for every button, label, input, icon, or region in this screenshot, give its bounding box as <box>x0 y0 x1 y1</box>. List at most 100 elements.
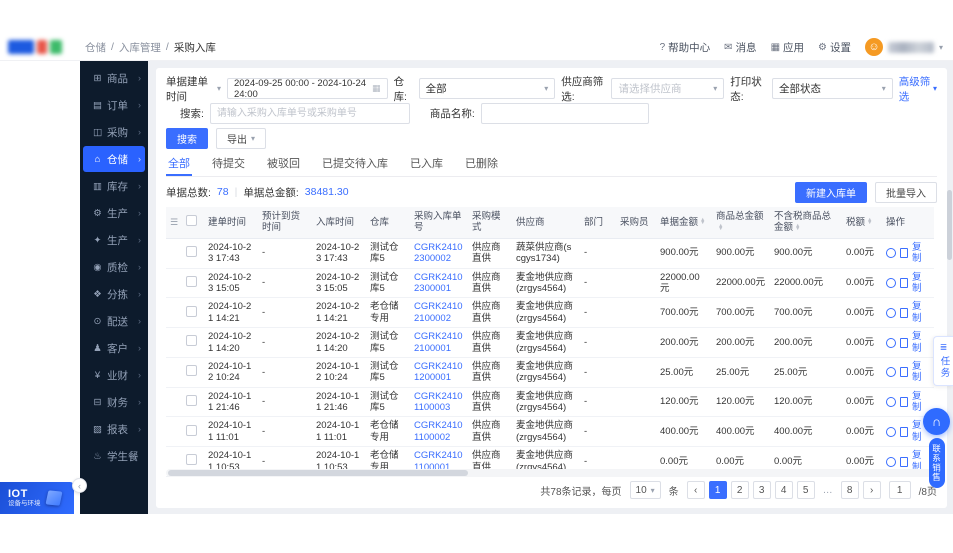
breadcrumb-item[interactable]: 入库管理 <box>119 40 161 55</box>
column-settings-icon[interactable]: ☰ <box>170 217 178 227</box>
print-icon[interactable] <box>886 397 896 407</box>
row-checkbox[interactable] <box>186 246 197 257</box>
order-no-link[interactable]: CGRK24101200001 <box>414 361 463 383</box>
copy-button[interactable]: 复制 <box>912 301 930 324</box>
column-header[interactable]: 预计到货时间 <box>258 207 312 238</box>
order-no-link[interactable]: CGRK24101100002 <box>414 420 463 442</box>
next-page-button[interactable]: › <box>863 481 881 499</box>
sidebar-item-配送[interactable]: ⊙配送› <box>83 308 145 334</box>
doc-icon[interactable] <box>900 427 908 437</box>
advanced-filter-link[interactable]: 高级筛选 ▾ <box>899 74 937 104</box>
sidebar-item-报表[interactable]: ▧报表› <box>83 416 145 442</box>
column-header[interactable]: 采购员 <box>616 207 656 238</box>
row-checkbox[interactable] <box>186 306 197 317</box>
topbar-action-help[interactable]: ?帮助中心 <box>660 40 711 55</box>
column-header[interactable]: 建单时间 <box>204 207 258 238</box>
print-status-select[interactable]: 全部状态 ▾ <box>772 78 893 99</box>
horizontal-scrollbar[interactable] <box>166 469 937 477</box>
row-checkbox[interactable] <box>186 335 197 346</box>
column-header[interactable]: 单据金额▲▼ <box>656 207 712 238</box>
column-header[interactable]: 入库时间 <box>312 207 366 238</box>
warehouse-select[interactable]: 全部 ▾ <box>419 78 556 99</box>
sidebar-item-质检[interactable]: ◉质检› <box>83 254 145 280</box>
sidebar-item-仓储[interactable]: ⌂仓储› <box>83 146 145 172</box>
date-range-picker[interactable]: 2024-09-25 00:00 - 2024-10-24 24:00 ▦ <box>227 78 388 99</box>
row-checkbox[interactable] <box>186 395 197 406</box>
order-no-link[interactable]: CGRK24102100002 <box>414 301 463 323</box>
sidebar-item-生产[interactable]: ✦生产› <box>83 227 145 253</box>
column-header[interactable]: 供应商 <box>512 207 580 238</box>
sidebar-item-采购[interactable]: ◫采购› <box>83 119 145 145</box>
sidebar-collapse-button[interactable]: ‹ <box>72 478 87 493</box>
doc-icon[interactable] <box>900 367 908 377</box>
sort-icon[interactable]: ▲▼ <box>700 219 705 225</box>
page-button[interactable]: 4 <box>775 481 793 499</box>
page-button[interactable]: 2 <box>731 481 749 499</box>
breadcrumb-item[interactable]: 仓储 <box>85 40 106 55</box>
page-size-select[interactable]: 10 ▾ <box>630 481 661 499</box>
tab-已入库[interactable]: 已入库 <box>408 153 445 176</box>
doc-icon[interactable] <box>900 338 908 348</box>
row-checkbox[interactable] <box>186 425 197 436</box>
column-header[interactable]: 不含税商品总金额▲▼ <box>770 207 842 238</box>
print-icon[interactable] <box>886 427 896 437</box>
copy-button[interactable]: 复制 <box>912 361 930 384</box>
page-jump-input[interactable]: 1 <box>889 481 911 499</box>
order-no-link[interactable]: CGRK24102300002 <box>414 242 463 264</box>
tab-已提交待入库[interactable]: 已提交待入库 <box>320 153 390 176</box>
user-menu[interactable]: ☺ ▾ <box>865 38 943 56</box>
contact-sales-widget[interactable]: ∩ 联系销售 <box>923 408 950 488</box>
export-button[interactable]: 导出 ▾ <box>216 128 266 149</box>
doc-icon[interactable] <box>900 278 908 288</box>
topbar-action-apps[interactable]: ▦应用 <box>771 40 804 55</box>
batch-import-button[interactable]: 批量导入 <box>875 182 937 203</box>
create-inbound-button[interactable]: 新建入库单 <box>795 182 867 203</box>
order-no-link[interactable]: CGRK24101100003 <box>414 391 463 413</box>
task-panel-tab[interactable]: ≣ 任务 <box>933 336 953 386</box>
order-no-link[interactable]: CGRK24102100001 <box>414 331 463 353</box>
row-checkbox[interactable] <box>186 365 197 376</box>
row-checkbox[interactable] <box>186 454 197 465</box>
sidebar-item-生产[interactable]: ⚙生产› <box>83 200 145 226</box>
column-header[interactable]: 税额▲▼ <box>842 207 882 238</box>
page-button[interactable]: 8 <box>841 481 859 499</box>
tab-待提交[interactable]: 待提交 <box>210 153 247 176</box>
search-input[interactable] <box>210 103 410 124</box>
sidebar-item-学生餐[interactable]: ♨学生餐 <box>83 443 145 469</box>
sidebar-item-客户[interactable]: ♟客户› <box>83 335 145 361</box>
page-button[interactable]: 3 <box>753 481 771 499</box>
copy-button[interactable]: 复制 <box>912 242 930 265</box>
column-header[interactable]: 仓库 <box>366 207 410 238</box>
vertical-scrollbar-thumb[interactable] <box>947 190 952 260</box>
print-icon[interactable] <box>886 308 896 318</box>
doc-icon[interactable] <box>900 397 908 407</box>
supplier-select[interactable]: 请选择供应商 ▾ <box>611 78 724 99</box>
horizontal-scrollbar-thumb[interactable] <box>168 470 468 476</box>
print-icon[interactable] <box>886 338 896 348</box>
column-header[interactable]: 部门 <box>580 207 616 238</box>
sort-icon[interactable]: ▲▼ <box>867 219 872 225</box>
sidebar-item-商品[interactable]: ⊞商品› <box>83 65 145 91</box>
column-header[interactable]: 操作 <box>882 207 934 238</box>
page-button[interactable]: 1 <box>709 481 727 499</box>
sidebar-item-财务[interactable]: ⊟财务› <box>83 389 145 415</box>
row-checkbox[interactable] <box>186 276 197 287</box>
topbar-action-settings[interactable]: ⚙设置 <box>818 40 851 55</box>
topbar-action-message[interactable]: ✉消息 <box>724 40 756 55</box>
print-icon[interactable] <box>886 457 896 467</box>
prev-page-button[interactable]: ‹ <box>687 481 705 499</box>
doc-icon[interactable] <box>900 308 908 318</box>
search-button[interactable]: 搜索 <box>166 128 208 149</box>
sort-icon[interactable]: ▲▼ <box>795 225 800 231</box>
sort-icon[interactable]: ▲▼ <box>718 225 723 231</box>
tab-被驳回[interactable]: 被驳回 <box>265 153 302 176</box>
doc-icon[interactable] <box>900 457 908 467</box>
copy-button[interactable]: 复制 <box>912 331 930 354</box>
date-type-select[interactable]: 单据建单时间 ▾ <box>166 74 221 104</box>
tab-已删除[interactable]: 已删除 <box>463 153 500 176</box>
print-icon[interactable] <box>886 367 896 377</box>
column-header[interactable]: 商品总金额▲▼ <box>712 207 770 238</box>
doc-icon[interactable] <box>900 248 908 258</box>
column-header[interactable]: 采购模式 <box>468 207 512 238</box>
order-no-link[interactable]: CGRK24102300001 <box>414 272 463 294</box>
